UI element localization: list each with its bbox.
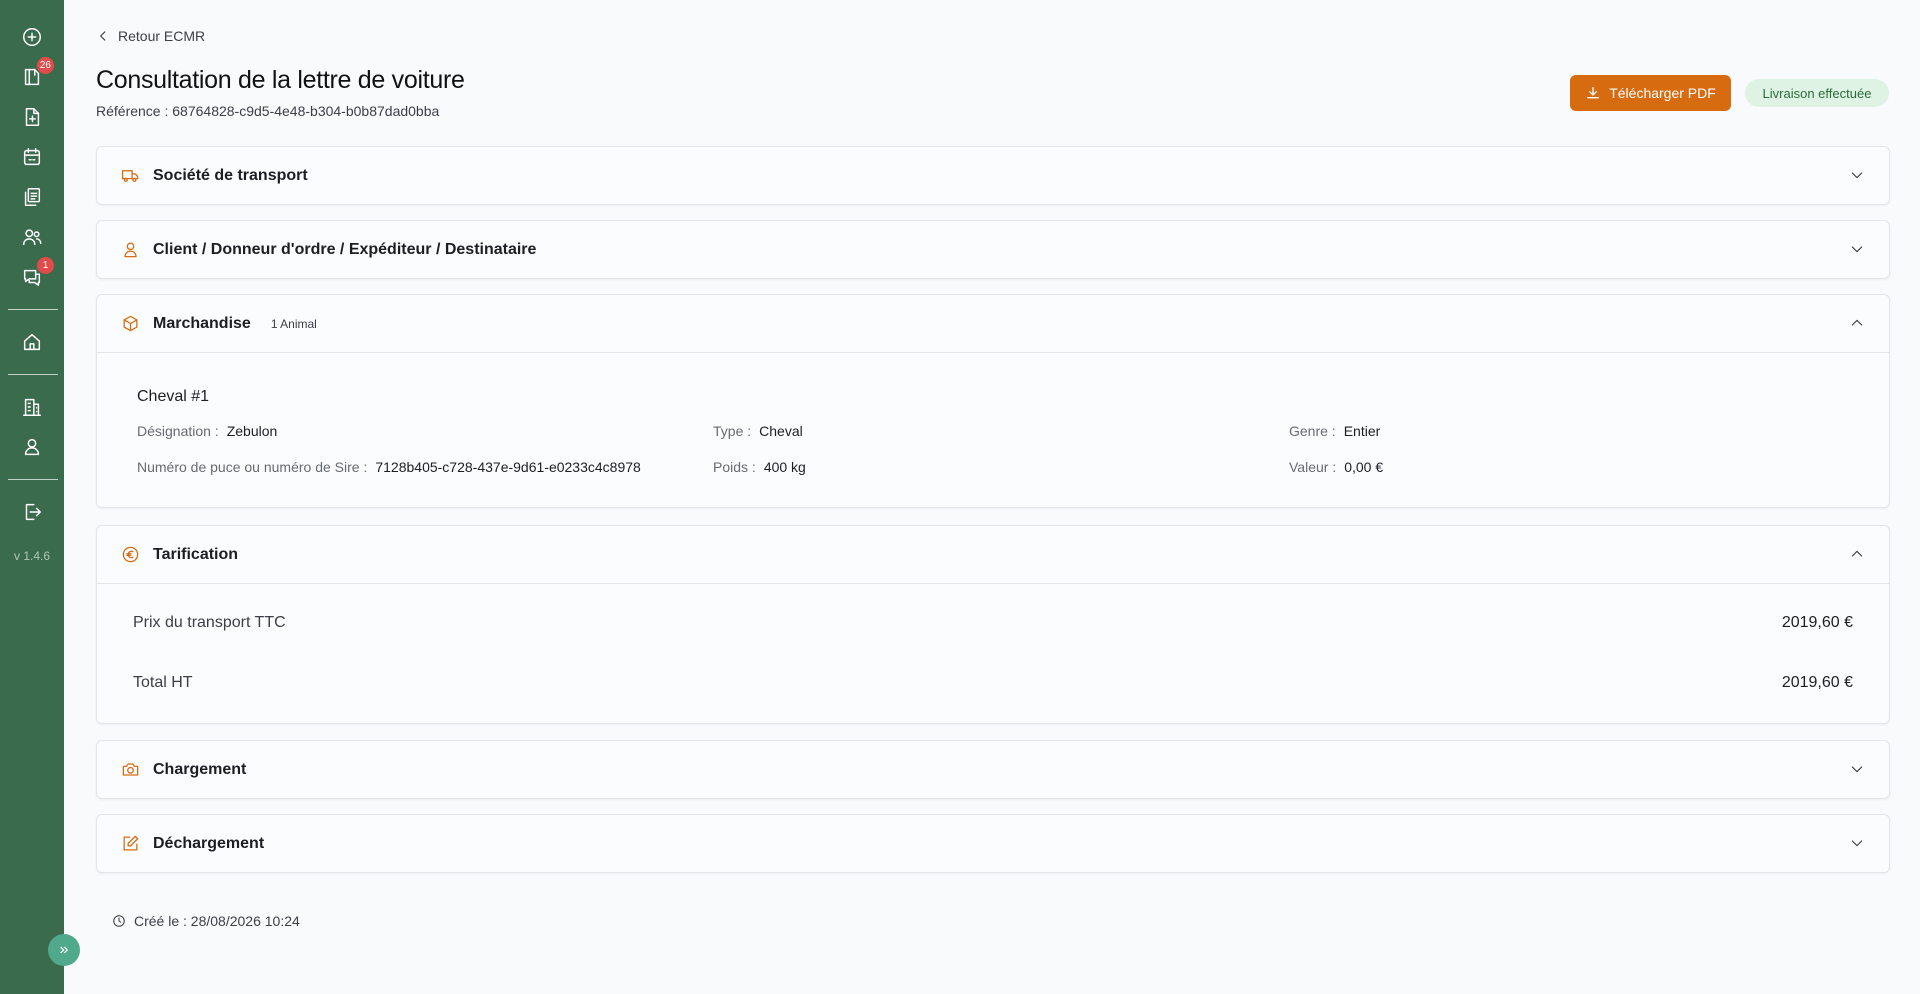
back-link[interactable]: Retour ECMR: [96, 28, 205, 44]
sidebar-divider: [8, 309, 58, 310]
field-poids: Poids : 400 kg: [713, 459, 806, 475]
field-key: Poids :: [713, 459, 756, 475]
field-value: Cheval: [759, 423, 803, 439]
status-badge: Livraison effectuée: [1745, 79, 1889, 107]
page-title: Consultation de la lettre de voiture: [96, 66, 465, 94]
field-value: Zebulon: [226, 423, 278, 439]
chevron-up-icon[interactable]: [1849, 315, 1865, 331]
add-circle-icon[interactable]: [16, 21, 48, 53]
section-title: Chargement: [153, 760, 247, 778]
messages-nav[interactable]: 1: [16, 257, 54, 293]
new-document-icon[interactable]: [16, 101, 48, 133]
messages-badge: 1: [37, 257, 54, 274]
goods-item-title: Cheval #1: [137, 388, 210, 405]
section-pricing: Tarification Prix du transport TTC 2019,…: [96, 525, 1890, 724]
price-value: 2019,60 €: [1781, 614, 1853, 631]
app-version: v 1.4.6: [13, 549, 51, 563]
section-transport-header[interactable]: Société de transport: [97, 147, 1889, 204]
user-icon: [121, 240, 140, 259]
field-value: Entier: [1343, 423, 1381, 439]
section-pricing-header[interactable]: Tarification: [97, 526, 1889, 583]
copy-documents-icon[interactable]: [16, 181, 48, 213]
user-profile-icon[interactable]: [16, 431, 48, 463]
price-value: 2019,60 €: [1781, 674, 1853, 691]
chevron-down-icon[interactable]: [1849, 167, 1865, 183]
logout-icon[interactable]: [16, 496, 48, 528]
sidebar-divider: [8, 374, 58, 375]
download-pdf-button[interactable]: Télécharger PDF: [1570, 75, 1731, 111]
price-label: Total HT: [133, 674, 193, 691]
field-key: Numéro de puce ou numéro de Sire :: [137, 459, 368, 475]
field-value: 0,00 €: [1344, 459, 1384, 475]
price-row: Total HT 2019,60 €: [133, 674, 1853, 692]
field-type: Type : Cheval: [713, 423, 803, 439]
users-icon[interactable]: [16, 221, 48, 253]
section-transport: Société de transport: [96, 146, 1890, 205]
building-icon[interactable]: [16, 391, 48, 423]
clock-icon: [113, 915, 125, 927]
section-client-header[interactable]: Client / Donneur d'ordre / Expéditeur / …: [97, 221, 1889, 278]
section-pricing-body: Prix du transport TTC 2019,60 € Total HT…: [97, 583, 1889, 724]
download-icon: [1587, 87, 1600, 99]
section-loading: Chargement: [96, 740, 1890, 799]
section-loading-header[interactable]: Chargement: [97, 741, 1889, 798]
section-goods-body: Cheval #1 Désignation : Zebulon Type : Che…: [97, 352, 1889, 508]
chevron-down-icon[interactable]: [1849, 761, 1865, 777]
documents-badge: 26: [36, 57, 54, 74]
reference-text: Référence : 68764828-c9d5-4e48-b304-b0b8…: [96, 103, 440, 119]
chevron-down-icon[interactable]: [1849, 241, 1865, 257]
section-title: Marchandise: [153, 314, 251, 332]
section-unloading-header[interactable]: Déchargement: [97, 815, 1889, 872]
sidebar-divider: [8, 479, 58, 480]
created-date: Créé le : 28/08/2026 10:24: [112, 913, 300, 929]
camera-icon: [121, 760, 140, 779]
home-icon[interactable]: [16, 326, 48, 358]
chevron-down-icon[interactable]: [1849, 835, 1865, 851]
sidebar: 26 1 v 1.4.6: [0, 0, 64, 994]
field-key: Type :: [713, 423, 752, 439]
field-key: Genre :: [1289, 423, 1336, 439]
section-title: Déchargement: [153, 834, 265, 852]
documents-nav[interactable]: 26: [16, 57, 54, 93]
created-label: Créé le : 28/08/2026 10:24: [134, 913, 300, 929]
section-title: Tarification: [153, 545, 239, 563]
expand-sidebar-button[interactable]: »: [48, 934, 80, 966]
box-icon: [121, 314, 140, 333]
field-value: 400 kg: [763, 459, 806, 475]
section-title: Société de transport: [153, 166, 308, 184]
field-valeur: Valeur : 0,00 €: [1289, 459, 1383, 475]
euro-icon: [121, 545, 140, 564]
truck-icon: [121, 166, 140, 185]
section-title: Client / Donneur d'ordre / Expéditeur / …: [153, 240, 537, 258]
back-link-label: Retour ECMR: [118, 28, 206, 44]
goods-count: 1 Animal: [270, 316, 317, 331]
download-pdf-label: Télécharger PDF: [1609, 85, 1716, 101]
price-row: Prix du transport TTC 2019,60 €: [133, 614, 1853, 632]
section-unloading: Déchargement: [96, 814, 1890, 873]
double-chevron-right-icon: »: [59, 941, 69, 958]
calendar-icon[interactable]: [16, 141, 48, 173]
field-genre: Genre : Entier: [1289, 423, 1380, 439]
chevron-up-icon[interactable]: [1849, 546, 1865, 562]
field-key: Désignation :: [137, 423, 219, 439]
edit-icon: [121, 834, 140, 853]
chevron-left-icon: [100, 31, 106, 41]
section-client: Client / Donneur d'ordre / Expéditeur / …: [96, 220, 1890, 279]
field-key: Valeur :: [1289, 459, 1337, 475]
field-puce: Numéro de puce ou numéro de Sire : 7128b4…: [137, 459, 641, 475]
section-goods: Marchandise 1 Animal Cheval #1 Désignati…: [96, 294, 1890, 508]
price-label: Prix du transport TTC: [133, 614, 286, 631]
section-goods-header[interactable]: Marchandise 1 Animal: [97, 295, 1889, 352]
field-value: 7128b405-c728-437e-9d61-e0233c4c8978: [375, 459, 641, 475]
field-designation: Désignation : Zebulon: [137, 423, 277, 439]
